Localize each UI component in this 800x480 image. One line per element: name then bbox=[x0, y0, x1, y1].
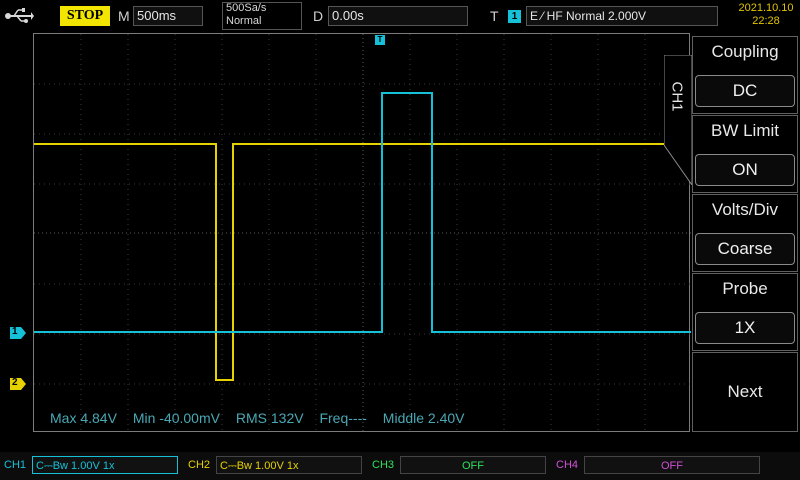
measure-max: Max 4.84V bbox=[50, 410, 117, 426]
timebase-label: M bbox=[118, 8, 130, 24]
ch1-status-name: CH1 bbox=[4, 459, 27, 471]
measure-min: Min -40.00mV bbox=[132, 410, 220, 426]
ch3-status[interactable]: CH3 OFF bbox=[368, 454, 550, 476]
menu-bw-limit-title: BW Limit bbox=[711, 121, 779, 140]
ch3-status-name: CH3 bbox=[372, 459, 395, 471]
acquisition-box[interactable] bbox=[222, 2, 302, 30]
delay-label: D bbox=[313, 8, 324, 24]
ch4-status-setting: OFF bbox=[584, 456, 760, 474]
measure-freq: Freq---- bbox=[319, 410, 367, 426]
measure-rms: RMS 132V bbox=[235, 410, 304, 426]
menu-volts-div-value[interactable]: Coarse bbox=[695, 233, 795, 265]
ch1-waveform bbox=[34, 92, 691, 333]
menu-next-label[interactable]: Next bbox=[692, 382, 798, 402]
ch2-status[interactable]: CH2 C⎓Bw 1.00V 1x bbox=[184, 454, 366, 476]
menu-probe-value[interactable]: 1X bbox=[695, 312, 795, 344]
ch4-status-name: CH4 bbox=[556, 459, 579, 471]
waveform-display[interactable]: Max 4.84V Min -40.00mV RMS 132V Freq----… bbox=[33, 33, 691, 433]
channel-tab-label: CH1 bbox=[668, 81, 686, 112]
ch1-offset-marker[interactable]: 1 bbox=[10, 326, 26, 339]
trigger-position-marker[interactable]: T bbox=[375, 35, 385, 45]
menu-volts-div-title: Volts/Div bbox=[711, 200, 779, 219]
ch2-status-name: CH2 bbox=[188, 459, 211, 471]
timebase-field[interactable]: 500ms bbox=[133, 6, 203, 26]
measure-middle: Middle 2.40V bbox=[382, 410, 465, 426]
menu-coupling-title: Coupling bbox=[711, 42, 779, 61]
top-status-bar: STOP M 500ms 500Sa/s Normal D 0.00s T 1 … bbox=[0, 0, 800, 32]
ch1-status-setting: C⎓Bw 1.00V 1x bbox=[32, 456, 178, 474]
measurement-readout: Max 4.84V Min -40.00mV RMS 132V Freq----… bbox=[50, 410, 477, 426]
trigger-label: T bbox=[490, 8, 499, 24]
trigger-source-badge: 1 bbox=[508, 10, 521, 23]
ch3-status-setting: OFF bbox=[400, 456, 546, 474]
menu-bw-limit-value[interactable]: ON bbox=[695, 154, 795, 186]
menu-coupling-value[interactable]: DC bbox=[695, 75, 795, 107]
ch1-marker-label: 1 bbox=[12, 326, 18, 337]
ch2-waveform bbox=[34, 143, 666, 381]
trigger-setting-field[interactable]: E ⁄ HF Normal 2.000V bbox=[526, 6, 718, 26]
ch1-status[interactable]: CH1 C⎓Bw 1.00V 1x bbox=[0, 454, 182, 476]
channel-tab bbox=[664, 55, 692, 185]
waveform-plot bbox=[34, 34, 691, 433]
ch4-status[interactable]: CH4 OFF bbox=[552, 454, 762, 476]
center-axes bbox=[34, 34, 691, 433]
delay-field[interactable]: 0.00s bbox=[328, 6, 468, 26]
ch2-offset-marker[interactable]: 2 bbox=[10, 377, 26, 390]
date: 2021.10.10 bbox=[738, 2, 794, 14]
channel-status-bar: CH1 C⎓Bw 1.00V 1x CH2 C⎓Bw 1.00V 1x CH3 … bbox=[0, 452, 800, 480]
ch2-marker-label: 2 bbox=[12, 377, 18, 388]
usb-icon bbox=[5, 8, 34, 23]
menu-probe-title: Probe bbox=[722, 279, 768, 298]
run-stop-status-button[interactable]: STOP bbox=[60, 6, 110, 26]
date-time: 2021.10.10 22:28 bbox=[732, 2, 800, 28]
time: 22:28 bbox=[752, 15, 780, 27]
trigger-marker-label: T bbox=[377, 35, 383, 44]
ch2-status-setting: C⎓Bw 1.00V 1x bbox=[216, 456, 362, 474]
